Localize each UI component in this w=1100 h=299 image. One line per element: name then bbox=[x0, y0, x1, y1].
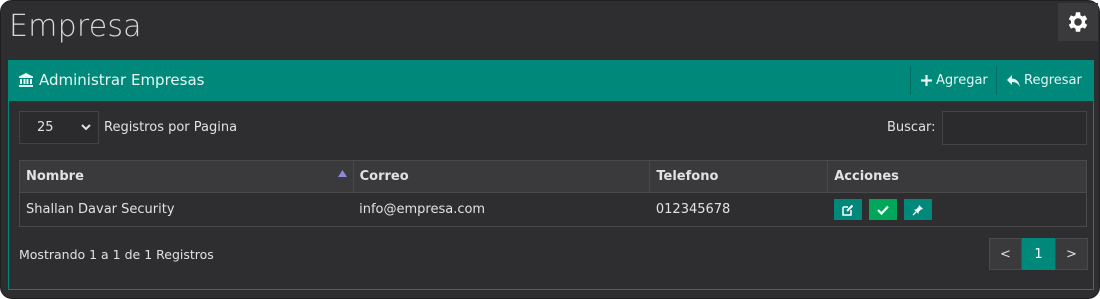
sort-asc-icon bbox=[337, 170, 347, 177]
search-label: Buscar: bbox=[887, 120, 936, 135]
plus-icon bbox=[921, 75, 932, 86]
table-row: Shallan Davar Security info@empresa.com … bbox=[19, 192, 1087, 227]
companies-table: Nombre Correo Telefono Acciones Shallan … bbox=[19, 160, 1087, 227]
cell-acciones bbox=[827, 192, 1087, 227]
header-correo-label: Correo bbox=[359, 169, 409, 184]
check-icon bbox=[877, 205, 889, 215]
app-window: Empresa Administrar Empresas Agregar Reg… bbox=[0, 0, 1100, 299]
header-nombre-label: Nombre bbox=[26, 169, 84, 184]
pagination-page-1[interactable]: 1 bbox=[1022, 238, 1055, 270]
header-nombre[interactable]: Nombre bbox=[19, 160, 354, 193]
confirm-button[interactable] bbox=[868, 199, 897, 220]
add-button-label: Agregar bbox=[936, 73, 988, 88]
header-acciones: Acciones bbox=[827, 160, 1087, 193]
chevron-down-icon bbox=[81, 124, 91, 131]
bank-icon bbox=[19, 73, 33, 87]
cell-correo: info@empresa.com bbox=[353, 192, 650, 227]
page-length-value: 25 bbox=[37, 120, 54, 135]
table-header-row: Nombre Correo Telefono Acciones bbox=[19, 160, 1087, 193]
header-telefono[interactable]: Telefono bbox=[649, 160, 829, 193]
header-acciones-label: Acciones bbox=[834, 169, 899, 184]
page-title: Empresa bbox=[9, 9, 142, 44]
search-input[interactable] bbox=[942, 111, 1087, 145]
panel-title: Administrar Empresas bbox=[19, 71, 204, 89]
reply-icon bbox=[1007, 74, 1020, 87]
pagination-next[interactable]: > bbox=[1055, 238, 1088, 270]
page-length-select[interactable]: 25 bbox=[19, 111, 99, 144]
add-button[interactable]: Agregar bbox=[910, 66, 988, 95]
back-button-label: Regresar bbox=[1024, 73, 1082, 88]
settings-button[interactable] bbox=[1058, 3, 1098, 41]
edit-button[interactable] bbox=[833, 199, 862, 220]
header-telefono-label: Telefono bbox=[656, 169, 719, 184]
cell-telefono: 012345678 bbox=[649, 192, 828, 227]
cell-nombre: Shallan Davar Security bbox=[19, 192, 354, 227]
panel-title-text: Administrar Empresas bbox=[39, 71, 205, 89]
gear-icon bbox=[1068, 12, 1088, 32]
edit-icon bbox=[841, 204, 853, 216]
table-info: Mostrando 1 a 1 de 1 Registros bbox=[19, 247, 214, 262]
pin-button[interactable] bbox=[904, 199, 933, 220]
panel-header: Administrar Empresas Agregar Regresar bbox=[9, 61, 1093, 101]
pagination-prev[interactable]: < bbox=[989, 238, 1022, 270]
companies-panel: Administrar Empresas Agregar Regresar 25… bbox=[8, 60, 1094, 290]
page-length-label: Registros por Pagina bbox=[104, 120, 238, 135]
header-correo[interactable]: Correo bbox=[352, 160, 651, 193]
pagination: < 1 > bbox=[989, 238, 1088, 270]
pin-icon bbox=[912, 204, 924, 215]
back-button[interactable]: Regresar bbox=[996, 66, 1082, 95]
